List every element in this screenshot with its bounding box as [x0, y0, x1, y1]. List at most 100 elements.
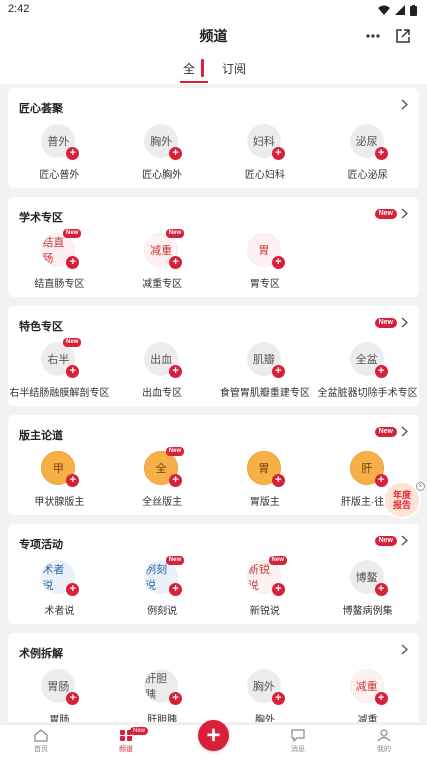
channel-icon: 普外 +: [41, 124, 80, 160]
section-items: 甲 + 甲状腺版主全 New + 全丝版主胃 + 胃版主肝 + 肝版主·往期: [8, 447, 419, 508]
channel-item[interactable]: 胃 + 胃版主: [214, 451, 317, 508]
channel-icon: 术者说 +: [41, 560, 80, 596]
channel-section: 学术专区 New 结直肠 New + 结直肠专区 减重 New + 减重专区胃 + 胃专区: [8, 197, 419, 297]
share-button[interactable]: [393, 26, 413, 46]
channel-icon: 胃 +: [246, 233, 285, 269]
add-channel-icon[interactable]: +: [374, 692, 388, 705]
section-new-badge: New: [374, 536, 397, 546]
add-channel-icon[interactable]: +: [169, 474, 183, 487]
add-channel-icon[interactable]: +: [169, 692, 183, 705]
nav-home[interactable]: 首页: [21, 729, 61, 754]
channel-item[interactable]: 博鳌 + 博鳌病例集: [316, 560, 419, 617]
channel-item[interactable]: 出血 + 出血专区: [111, 342, 214, 399]
channel-item[interactable]: 泌尿 + 匠心泌尿: [316, 124, 419, 181]
channel-item[interactable]: 普外 + 匠心普外: [8, 124, 111, 181]
channel-label: 匠心泌尿: [347, 170, 388, 181]
channel-item[interactable]: 新锐说 New + 新锐说: [214, 556, 317, 617]
add-channel-icon[interactable]: +: [66, 147, 80, 160]
channel-item[interactable]: 术者说 + 术者说: [8, 560, 111, 617]
channel-item[interactable]: 胸外 + 匠心胸外: [111, 124, 214, 181]
add-channel-icon[interactable]: +: [66, 692, 80, 705]
chevron-right-icon[interactable]: [401, 644, 408, 655]
channel-icon: 右半 New +: [41, 338, 82, 378]
channel-section: 特色专区 New 右半 New + 右半结肠融膜解剖专区 出血 + 出血专区 肌瓣 + 食管胃肌瓣重建…: [8, 306, 419, 406]
nav-channel[interactable]: New 频道: [106, 727, 149, 754]
tab-indicator: [201, 59, 204, 77]
chevron-right-icon[interactable]: [401, 535, 408, 546]
add-channel-icon[interactable]: +: [66, 583, 80, 596]
channel-label: 甲状腺版主: [34, 497, 85, 508]
add-channel-icon[interactable]: +: [169, 256, 183, 269]
nav-home-label: 首页: [34, 746, 48, 753]
channel-item[interactable]: 甲 + 甲状腺版主: [8, 451, 111, 508]
add-button[interactable]: +: [198, 720, 229, 751]
channel-label: 术者说: [44, 606, 75, 617]
add-channel-icon[interactable]: +: [271, 256, 285, 269]
wifi-icon: [378, 5, 390, 15]
add-channel-icon[interactable]: +: [271, 692, 285, 705]
channel-item[interactable]: 结直肠 New + 结直肠专区: [8, 229, 111, 290]
section-title: 匠心荟聚: [19, 103, 63, 115]
channel-list[interactable]: 匠心荟聚 普外 + 匠心普外 胸外 + 匠心胸外 妇科 + 匠心妇科 泌尿 + 匠心泌尿 学术专区 New 结…: [8, 88, 419, 722]
channel-label: 匠心妇科: [244, 170, 285, 181]
channel-item[interactable]: 右半 New + 右半结肠融膜解剖专区: [8, 338, 111, 399]
add-channel-icon[interactable]: +: [374, 147, 388, 160]
channel-item[interactable]: 减重 New + 减重专区: [111, 229, 214, 290]
header: 频道: [0, 20, 427, 52]
channel-icon: 肌瓣 +: [246, 342, 285, 378]
add-channel-icon[interactable]: +: [66, 474, 80, 487]
add-channel-icon[interactable]: +: [271, 365, 285, 378]
channel-label: 例刻说: [147, 606, 178, 617]
channel-item[interactable]: 全盆 + 全盆脏器切除手术专区: [316, 342, 419, 399]
add-channel-icon[interactable]: +: [271, 147, 285, 160]
chevron-right-icon[interactable]: [401, 208, 408, 219]
add-channel-icon[interactable]: +: [169, 147, 183, 160]
nav-mine-label: 我的: [377, 746, 391, 753]
channel-item[interactable]: 例刻说 New + 例刻说: [111, 556, 214, 617]
channel-item[interactable]: 胃 + 胃专区: [214, 233, 317, 290]
channel-item[interactable]: 肝胆胰 + 肝胆胰: [111, 669, 214, 722]
add-channel-icon[interactable]: +: [374, 583, 388, 596]
channel-item[interactable]: 减重 + 减重: [316, 669, 419, 722]
channel-item[interactable]: 胃肠 + 胃肠: [8, 669, 111, 722]
channel-label: 全丝版主: [142, 497, 183, 508]
add-channel-icon[interactable]: +: [66, 256, 80, 269]
channel-item[interactable]: 全 New + 全丝版主: [111, 447, 214, 508]
add-channel-icon[interactable]: +: [169, 583, 183, 596]
chevron-right-icon[interactable]: [401, 426, 408, 437]
nav-messages-label: 消息: [291, 746, 305, 753]
section-title: 术例拆解: [19, 648, 63, 660]
channel-icon: 胃肠 +: [41, 669, 80, 705]
chevron-right-icon[interactable]: [401, 317, 408, 328]
more-button[interactable]: [363, 26, 383, 46]
channel-item[interactable]: 妇科 + 匠心妇科: [214, 124, 317, 181]
add-channel-icon[interactable]: +: [271, 583, 285, 596]
add-channel-icon[interactable]: +: [66, 365, 80, 378]
channel-label: 结直肠专区: [34, 279, 85, 290]
nav-mine[interactable]: 我的: [364, 729, 404, 754]
channel-item[interactable]: 肌瓣 + 食管胃肌瓣重建专区: [214, 342, 317, 399]
add-channel-icon[interactable]: +: [169, 365, 183, 378]
channel-icon: 妇科 +: [246, 124, 285, 160]
add-channel-icon[interactable]: +: [374, 365, 388, 378]
item-new-badge: New: [63, 229, 82, 238]
add-channel-icon[interactable]: +: [374, 474, 388, 487]
tab-subscribed[interactable]: 订阅: [222, 60, 246, 77]
channel-label: 博鳌病例集: [342, 606, 393, 617]
tab-all[interactable]: 全: [183, 60, 195, 77]
section-title: 学术专区: [19, 212, 63, 224]
nav-messages[interactable]: 消息: [278, 729, 318, 754]
channel-icon: 胃 +: [246, 451, 285, 487]
channel-label: 食管胃肌瓣重建专区: [219, 388, 310, 399]
channel-icon: 肝胆胰 +: [144, 669, 183, 705]
channel-label: 出血专区: [142, 388, 183, 399]
channel-label: 新锐说: [249, 606, 280, 617]
add-channel-icon[interactable]: +: [271, 474, 285, 487]
chevron-right-icon[interactable]: [401, 99, 408, 110]
close-report-button[interactable]: ×: [416, 482, 425, 491]
share-icon: [396, 29, 410, 43]
tabs-bar: 全 订阅: [0, 52, 427, 84]
channel-item[interactable]: 胸外 + 胸外: [214, 669, 317, 722]
channel-label: 全盆脏器切除手术专区: [317, 388, 418, 399]
annual-report-line1: 年度: [392, 490, 411, 500]
